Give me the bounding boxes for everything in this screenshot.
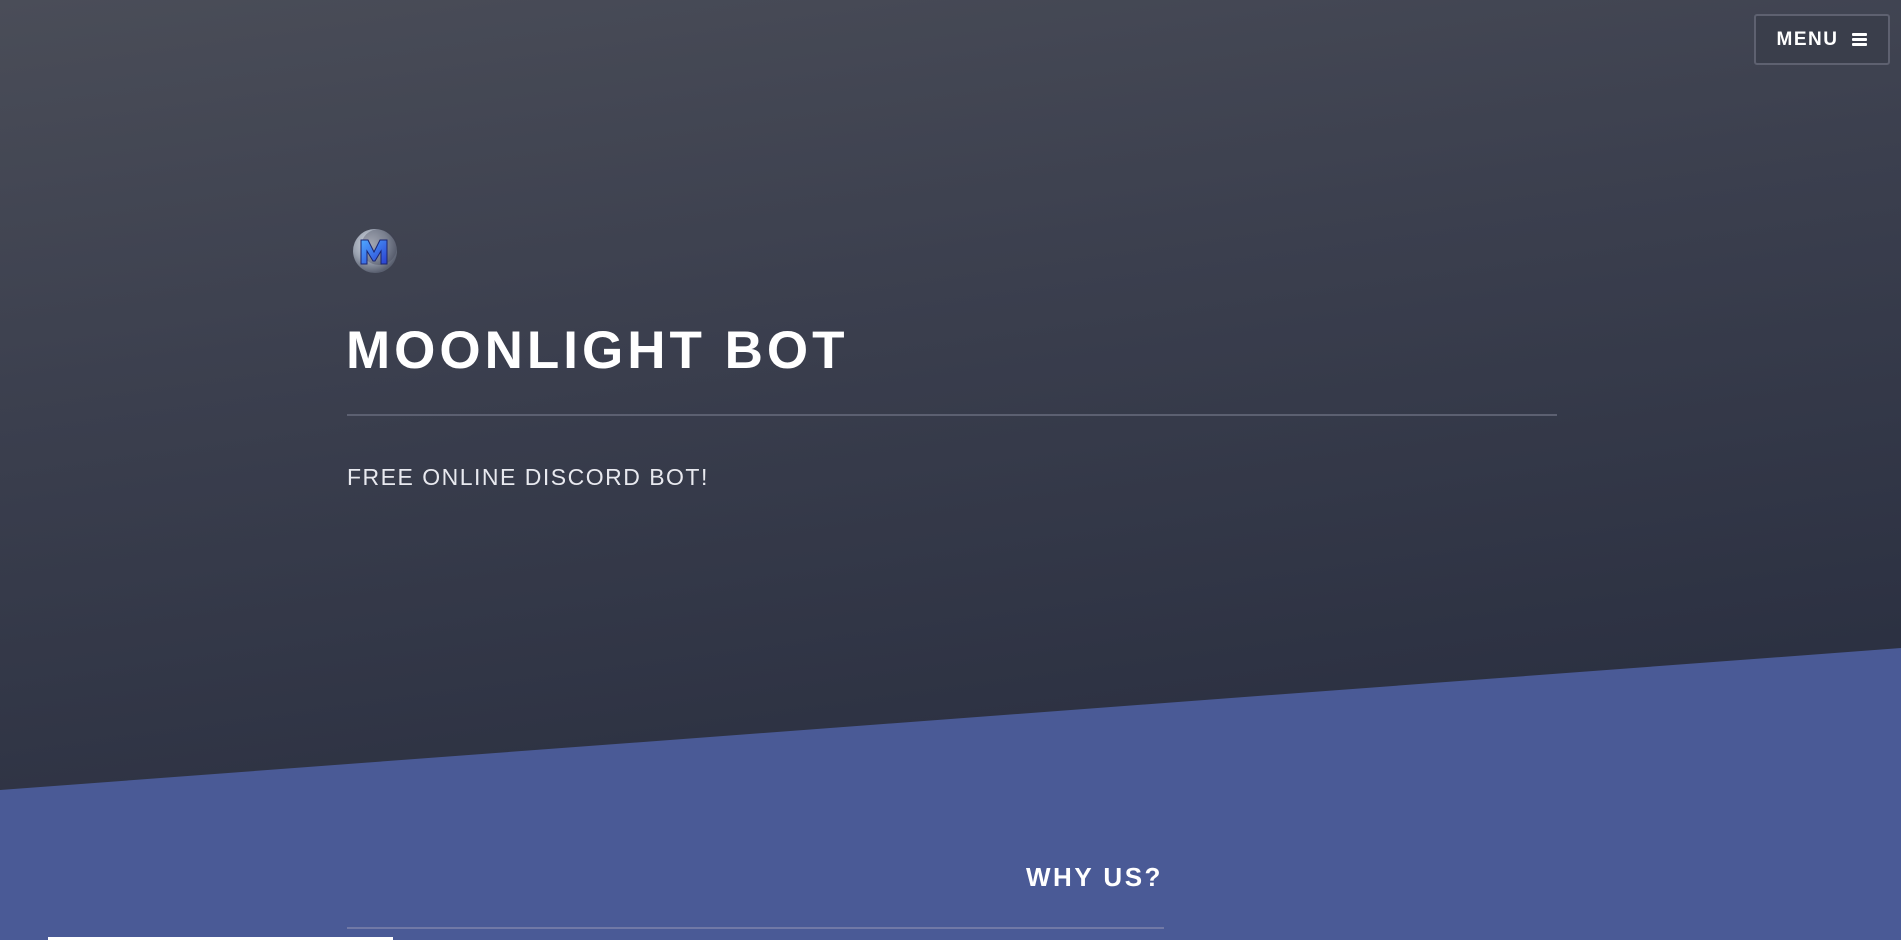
hero-divider: [347, 414, 1557, 416]
hero-tagline: FREE ONLINE DISCORD BOT!: [347, 464, 709, 490]
menu-label: MENU: [1776, 28, 1839, 50]
page: MENU MOONLIGHT BOT FREE ONLINE DISCORD B…: [0, 0, 1901, 940]
hamburger-icon: [1852, 33, 1868, 46]
hero-title: MOONLIGHT BOT: [346, 321, 849, 380]
menu-button[interactable]: MENU: [1754, 14, 1890, 65]
moonlight-logo-icon: [353, 229, 397, 273]
why-us-heading: WHY US?: [1026, 862, 1163, 892]
section-background-wedge: [0, 648, 1901, 940]
section-divider: [347, 927, 1164, 929]
